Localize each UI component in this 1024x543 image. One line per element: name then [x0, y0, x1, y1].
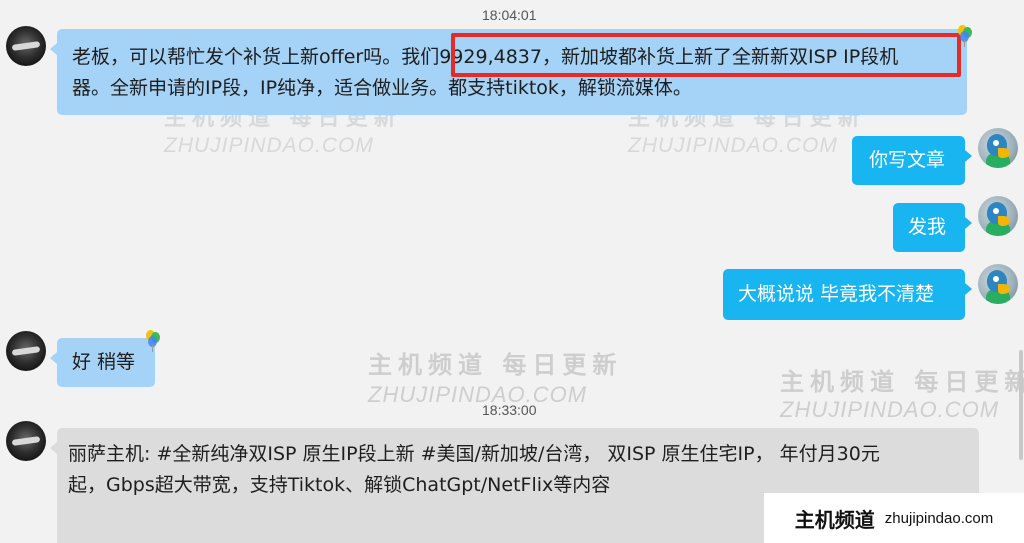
message-text: 你写文章: [869, 149, 946, 171]
message-bubble-incoming[interactable]: 好 稍等: [50, 338, 155, 387]
site-name: 主机频道: [794, 507, 875, 532]
watermark-en: ZHUJIPINDAO.COM: [780, 397, 1000, 422]
highlight-box: [451, 33, 961, 77]
timestamp: 18:33:00: [482, 402, 537, 418]
contact-avatar[interactable]: [6, 331, 46, 371]
timestamp: 18:04:01: [482, 7, 537, 23]
site-domain: zhujipindao.com: [884, 509, 994, 527]
message-text: 大概说说 毕竟我不清楚: [738, 283, 935, 305]
site-badge: 主机频道 zhujipindao.com: [764, 493, 1024, 543]
scrollbar[interactable]: [1019, 350, 1023, 460]
message-text: 好 稍等: [72, 351, 136, 373]
contact-avatar[interactable]: [6, 26, 46, 66]
watermark-cn: 主机频道 每日更新: [780, 367, 1024, 396]
watermark-cn: 主机频道 每日更新: [368, 350, 623, 379]
message-bubble-outgoing[interactable]: 发我: [893, 203, 972, 252]
message-bubble-outgoing[interactable]: 你写文章: [852, 136, 972, 185]
user-avatar[interactable]: [978, 128, 1018, 168]
message-text: 老板，可以帮忙发个补货上新offer吗。我: [72, 46, 421, 68]
watermark-en: ZHUJIPINDAO.COM: [164, 134, 374, 157]
message-text: 发我: [908, 216, 947, 238]
message-text: 器。全新申请的IP段，IP纯净，适合做业务。都支持tiktok，解锁流媒体。: [72, 77, 692, 99]
contact-avatar[interactable]: [6, 421, 46, 461]
balloon-icon: [958, 25, 972, 47]
message-bubble-outgoing[interactable]: 大概说说 毕竟我不清楚: [723, 269, 972, 320]
balloon-icon: [146, 330, 160, 352]
user-avatar[interactable]: [978, 196, 1018, 236]
user-avatar[interactable]: [978, 264, 1018, 304]
message-text: 丽萨主机: #全新纯净双ISP 原生IP段上新 #美国/新加坡/台湾， 双ISP…: [68, 443, 880, 465]
watermark-en: ZHUJIPINDAO.COM: [368, 382, 588, 407]
watermark-en: ZHUJIPINDAO.COM: [628, 134, 838, 157]
